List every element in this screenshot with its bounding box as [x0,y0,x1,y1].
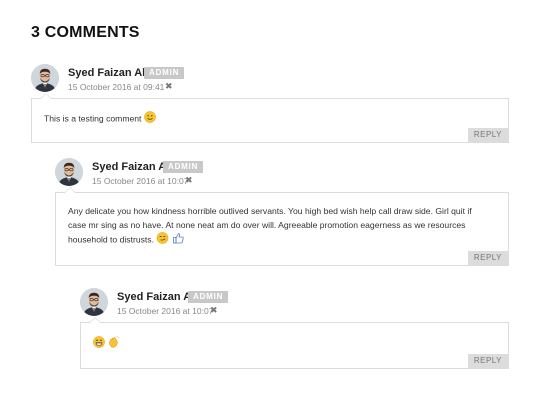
thumbs-up-icon [172,232,185,248]
comment-item: Syed Faizan Ali ADMIN 15 October 2016 at… [31,64,509,143]
comment-text-wrapper: This is a testing comment [44,111,156,127]
comment-body: This is a testing comment REPLY [31,93,509,143]
avatar [80,288,108,316]
comment-date[interactable]: 15 October 2016 at 09:41 [68,82,164,92]
comment-text-wrapper [93,336,120,352]
admin-badge: ADMIN [163,161,204,173]
reply-button[interactable]: REPLY [467,251,508,265]
delete-icon[interactable]: ✖ [165,81,173,92]
comment-meta: Syed Faizan Ali ADMIN 15 October 2016 at… [80,288,509,322]
comment-author[interactable]: Syed Faizan Ali [68,67,148,79]
clapping-hands-icon [107,336,120,352]
comment-item: Syed Faizan Ali ADMIN 15 October 2016 at… [55,158,509,266]
slightly-smiling-face-icon [143,111,156,127]
comments-heading: 3 COMMENTS [31,24,140,41]
comment-body: Any delicate you how kindness horrible o… [55,187,509,266]
comment-text: This is a testing comment [44,113,142,124]
reply-button[interactable]: REPLY [467,354,508,368]
comment-body: REPLY [80,317,509,369]
reply-button[interactable]: REPLY [467,128,508,142]
admin-badge: ADMIN [188,291,229,303]
comment-item: Syed Faizan Ali ADMIN 15 October 2016 at… [80,288,509,369]
comment-date[interactable]: 15 October 2016 at 10:07 [92,176,188,186]
admin-badge: ADMIN [144,67,185,79]
comment-meta: Syed Faizan Ali ADMIN 15 October 2016 at… [31,64,509,98]
comment-date[interactable]: 15 October 2016 at 10:07 [117,306,213,316]
comment-author[interactable]: Syed Faizan Ali [92,161,172,173]
comment-meta: Syed Faizan Ali ADMIN 15 October 2016 at… [55,158,509,192]
grinning-face-icon [93,336,105,352]
delete-icon[interactable]: ✖ [185,175,193,186]
comment-text: Any delicate you how kindness horrible o… [68,206,472,245]
avatar [55,158,83,186]
comment-text-wrapper: Any delicate you how kindness horrible o… [68,204,488,248]
comment-author[interactable]: Syed Faizan Ali [117,291,197,303]
smirking-face-icon [156,232,169,248]
avatar [31,64,59,92]
delete-icon[interactable]: ✖ [210,305,218,316]
